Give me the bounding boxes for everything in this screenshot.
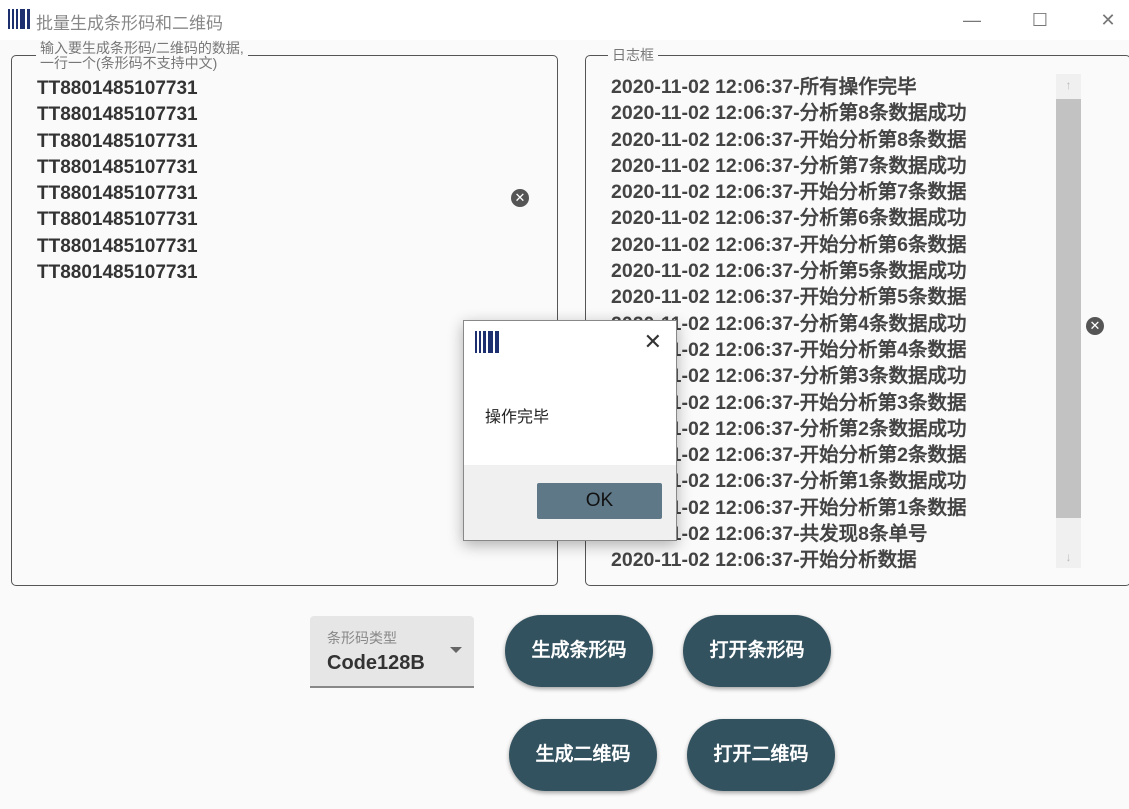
generate-qrcode-button[interactable]: 生成二维码: [509, 719, 657, 791]
input-legend-line2: 一行一个(条形码不支持中文): [40, 55, 218, 71]
input-line: TT8801485107731: [37, 156, 198, 178]
log-legend: 日志框: [608, 48, 658, 63]
title-bar: 批量生成条形码和二维码 — ☐ ✕: [0, 0, 1129, 40]
dialog-footer: OK: [464, 465, 676, 540]
log-scrollbar[interactable]: ↑ ↓: [1056, 74, 1081, 568]
input-textarea[interactable]: TT8801485107731 TT8801485107731 TT880148…: [37, 76, 198, 286]
clear-log-icon[interactable]: ✕: [1086, 317, 1104, 335]
barcode-app-icon: [8, 9, 30, 29]
log-line: 2020-11-02 12:06:37-开始分析第5条数据: [611, 286, 967, 309]
window-title: 批量生成条形码和二维码: [36, 14, 223, 33]
minimize-button[interactable]: —: [952, 6, 992, 34]
input-line: TT8801485107731: [37, 104, 198, 126]
log-line: 2020-11-02 12:06:37-开始分析数据: [611, 549, 917, 572]
log-line: 2020-11-02 12:06:37-开始分析第6条数据: [611, 233, 967, 256]
log-line: 2020-11-02 12:06:37-分析第6条数据成功: [611, 207, 967, 230]
dialog-message: 操作完毕: [485, 409, 550, 426]
input-line: TT8801485107731: [37, 262, 198, 284]
log-line: 2020-11-02 12:06:37-开始分析第7条数据: [611, 181, 967, 204]
barcode-type-value: Code128B: [327, 652, 425, 674]
input-legend-line1: 输入要生成条形码/二维码的数据,: [40, 40, 244, 56]
input-line: TT8801485107731: [37, 209, 198, 231]
message-dialog: ✕ 操作完毕 OK: [463, 320, 677, 541]
open-barcode-button[interactable]: 打开条形码: [683, 615, 831, 687]
log-line: 2020-11-02 12:06:37-分析第8条数据成功: [611, 102, 967, 125]
input-legend: 输入要生成条形码/二维码的数据, 一行一个(条形码不支持中文): [36, 41, 248, 71]
input-line: TT8801485107731: [37, 78, 198, 99]
input-line: TT8801485107731: [37, 183, 198, 205]
open-qrcode-button[interactable]: 打开二维码: [687, 719, 835, 791]
log-line: 2020-11-02 12:06:37-分析第5条数据成功: [611, 260, 967, 283]
dialog-close-button[interactable]: ✕: [644, 329, 662, 355]
barcode-type-label: 条形码类型: [327, 630, 397, 646]
maximize-button[interactable]: ☐: [1020, 6, 1060, 34]
scroll-up-arrow-icon[interactable]: ↑: [1056, 74, 1081, 96]
scroll-thumb[interactable]: [1056, 99, 1081, 518]
barcode-app-icon: [475, 331, 499, 353]
input-line: TT8801485107731: [37, 235, 198, 257]
log-line: 2020-11-02 12:06:37-分析第7条数据成功: [611, 154, 967, 177]
close-button[interactable]: ✕: [1088, 6, 1128, 34]
input-line: TT8801485107731: [37, 130, 198, 152]
barcode-type-select[interactable]: 条形码类型 Code128B: [310, 616, 474, 688]
log-line: 2020-11-02 12:06:37-开始分析第8条数据: [611, 128, 967, 151]
ok-button[interactable]: OK: [537, 483, 662, 519]
log-line: 2020-11-02 12:06:37-所有操作完毕: [611, 76, 917, 98]
dropdown-caret-icon: [450, 647, 462, 653]
clear-input-icon[interactable]: ✕: [511, 189, 529, 207]
generate-barcode-button[interactable]: 生成条形码: [505, 615, 653, 687]
scroll-down-arrow-icon[interactable]: ↓: [1056, 546, 1081, 568]
